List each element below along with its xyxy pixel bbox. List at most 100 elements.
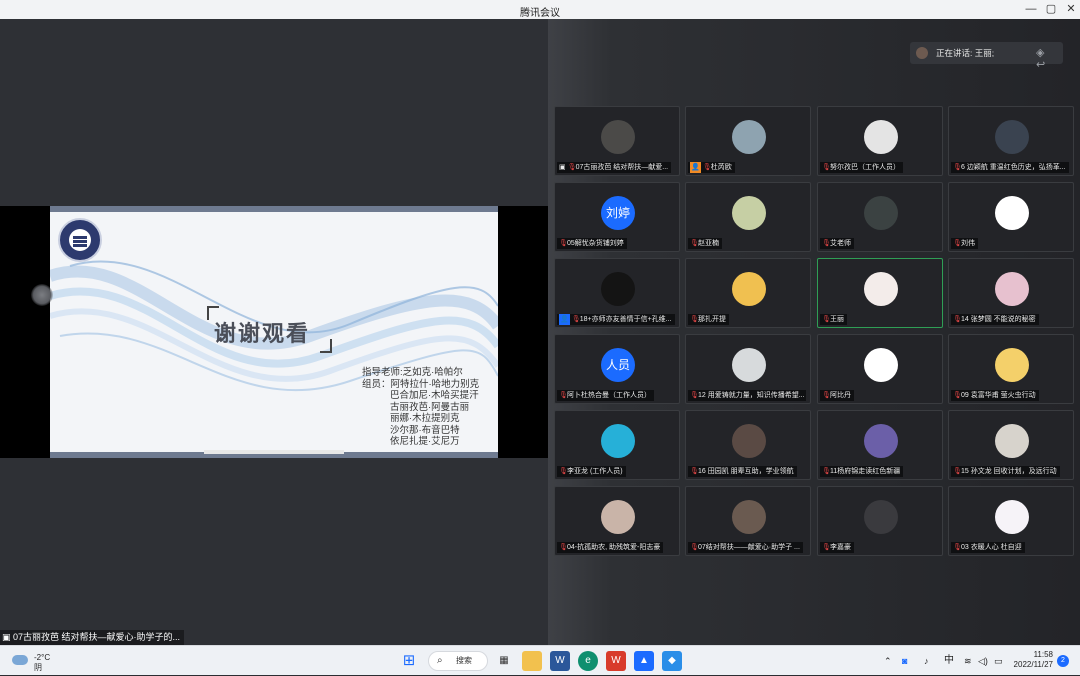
- participant-tile[interactable]: 🎙14 张梦圆 不能说的秘密: [948, 258, 1074, 328]
- screen-share-icon: ▣: [559, 164, 568, 171]
- app-icon[interactable]: ◆: [662, 651, 682, 671]
- start-icon[interactable]: ⊞: [399, 651, 419, 671]
- credit-line: 古丽孜芭·阿曼古丽: [390, 401, 470, 413]
- participant-tile[interactable]: 🎙04-抗孤助农, 助残筑爱-阳志豪: [554, 486, 680, 556]
- avatar: [864, 196, 898, 230]
- credit-line: 丽娜·木拉提别克: [390, 413, 460, 424]
- avatar: [864, 424, 898, 458]
- minimize-button[interactable]: —: [1020, 2, 1042, 17]
- participant-tile[interactable]: 🎙07结对帮扶——献爱心·助学子 ...: [685, 486, 811, 556]
- participant-tile[interactable]: 🎙李亚龙 (工作人员): [554, 410, 680, 480]
- mic-muted-icon: 🎙: [690, 468, 699, 475]
- avatar: [864, 500, 898, 534]
- participant-name-bar: 🎙04-抗孤助农, 助残筑爱-阳志豪: [557, 542, 664, 553]
- participant-name: 03 衣暖人心 杜自迎: [961, 544, 1022, 551]
- mic-muted-icon: 🎙: [690, 240, 699, 247]
- search-box[interactable]: ⌕ 搜索: [428, 651, 488, 671]
- participant-name: 刘伟: [961, 240, 975, 247]
- mic-muted-icon: 🎙: [822, 468, 831, 475]
- participant-tile[interactable]: 🎙12 用爱铸就力量，知识传播希望...: [685, 334, 811, 404]
- participant-tile[interactable]: 刘婷 🎙05解忧杂货铺刘婷: [554, 182, 680, 252]
- participant-tile[interactable]: 人员 🎙阿卜杜热合曼（工作人员）: [554, 334, 680, 404]
- tencent-meeting-icon[interactable]: ▲: [634, 651, 654, 671]
- app-tray-icon[interactable]: ◙: [902, 655, 907, 667]
- mic-muted-icon: 🎙: [953, 544, 962, 551]
- participant-tile[interactable]: 🎙那扎开提: [685, 258, 811, 328]
- participant-name-bar: 👤 🎙18+亦师亦友善情于信+孔维...: [557, 314, 675, 325]
- weather-temp: -2°C: [34, 653, 51, 662]
- participant-name: 11杨府锦走读红色新疆: [830, 468, 901, 475]
- mic-muted-icon: 🎙: [567, 164, 577, 171]
- participant-name: 王丽: [830, 316, 844, 323]
- mic-muted-icon: 🎙: [571, 316, 581, 323]
- speaking-indicator[interactable]: 正在讲话: 王丽; ◈ ↩: [910, 42, 1063, 71]
- participant-tile[interactable]: 🎙王丽: [817, 258, 943, 328]
- participant-name: 赵亚楠: [698, 240, 719, 247]
- speaker-avatar: [916, 47, 928, 59]
- participant-tile[interactable]: 🎙15 孙文龙 回收计划，及远行动: [948, 410, 1074, 480]
- close-button[interactable]: ✕: [1060, 2, 1080, 17]
- mic-muted-icon: 🎙: [953, 164, 962, 171]
- participant-name: 那扎开提: [698, 316, 726, 323]
- participant-name-bar: 👤 🎙杜芮欧: [688, 162, 735, 173]
- person-icon: 👤: [690, 162, 701, 173]
- avatar: 刘婷: [601, 196, 635, 230]
- participant-name-bar: 🎙努尔孜巴（工作人员）: [820, 162, 903, 173]
- participant-name-bar: 🎙阿卜杜热合曼（工作人员）: [557, 390, 654, 401]
- clock[interactable]: 11:58 2022/11/27: [1013, 650, 1053, 670]
- participant-tile[interactable]: 🎙09 袁富华甫 萤火虫行动: [948, 334, 1074, 404]
- slide-title: 谢谢观看: [214, 321, 311, 346]
- participant-tile[interactable]: 👤 🎙18+亦师亦友善情于信+孔维...: [554, 258, 680, 328]
- date: 2022/11/27: [1013, 660, 1053, 669]
- participant-tile[interactable]: 🎙赵亚楠: [685, 182, 811, 252]
- maximize-button[interactable]: ▢: [1040, 2, 1062, 17]
- participant-tile[interactable]: 🎙刘伟: [948, 182, 1074, 252]
- avatar: [864, 348, 898, 382]
- chevron-up-icon[interactable]: ⌃: [884, 655, 892, 667]
- ime-label[interactable]: 中: [944, 655, 954, 667]
- wps-icon[interactable]: W: [606, 651, 626, 671]
- participant-tile[interactable]: 🎙努尔孜巴（工作人员）: [817, 106, 943, 176]
- task-view-icon[interactable]: ▦: [494, 651, 514, 671]
- battery-icon[interactable]: ▭: [994, 655, 1003, 667]
- avatar: [995, 120, 1029, 154]
- speaker-icon[interactable]: ◈ ↩: [1036, 47, 1056, 71]
- participant-name-bar: 🎙王丽: [820, 314, 847, 325]
- participant-tile[interactable]: 🎙艾老师: [817, 182, 943, 252]
- notification-badge[interactable]: 2: [1057, 655, 1069, 667]
- slide-credits: 指导老师:乏如克·哈帕尔 组员：阿特拉什·哈地力别克 巴合加尼·木哈买提汗 古丽…: [362, 367, 479, 448]
- file-explorer-icon[interactable]: [522, 651, 542, 671]
- mic-muted-icon: 🎙: [690, 544, 699, 551]
- avatar: [732, 348, 766, 382]
- wifi-icon[interactable]: ≋: [964, 655, 972, 667]
- microphone-icon[interactable]: ♪: [924, 655, 929, 667]
- participant-name: 09 袁富华甫 萤火虫行动: [961, 392, 1036, 399]
- participant-name-bar: 🎙15 孙文龙 回收计划，及远行动: [951, 466, 1060, 477]
- word-icon[interactable]: W: [550, 651, 570, 671]
- shared-slide-area: 谢谢观看 指导老师:乏如克·哈帕尔 组员：阿特拉什·哈地力别克 巴合加尼·木哈买…: [0, 206, 548, 458]
- avatar: 人员: [601, 348, 635, 382]
- mic-muted-icon: 🎙: [822, 240, 831, 247]
- participant-name: 07古丽孜芭 结对帮扶—献爱...: [575, 164, 669, 171]
- mic-muted-icon: 🎙: [559, 468, 568, 475]
- mic-muted-icon: 🎙: [822, 164, 831, 171]
- volume-icon[interactable]: ◁): [978, 655, 988, 667]
- participant-tile[interactable]: 🎙阿比丹: [817, 334, 943, 404]
- participant-tile[interactable]: 👤 🎙杜芮欧: [685, 106, 811, 176]
- edge-icon[interactable]: e: [578, 651, 598, 671]
- participant-name-bar: 🎙那扎开提: [688, 314, 729, 325]
- mic-muted-icon: 🎙: [822, 316, 831, 323]
- avatar: [995, 348, 1029, 382]
- speaking-label: 正在讲话: 王丽;: [936, 48, 995, 58]
- slide-bottom-tab: [204, 450, 344, 454]
- avatar: [864, 272, 898, 306]
- avatar: [732, 272, 766, 306]
- participant-tile[interactable]: 🎙11杨府锦走读红色新疆: [817, 410, 943, 480]
- participant-tile[interactable]: 🎙6 边颖航 重温红色历史，弘扬革...: [948, 106, 1074, 176]
- participant-tile[interactable]: ▣ 🎙07古丽孜芭 结对帮扶—献爱...: [554, 106, 680, 176]
- participant-name-bar: 🎙14 张梦圆 不能说的秘密: [951, 314, 1039, 325]
- participant-tile[interactable]: 🎙李嘉豪: [817, 486, 943, 556]
- participant-tile[interactable]: 🎙03 衣暖人心 杜自迎: [948, 486, 1074, 556]
- shared-screen-panel: 谢谢观看 指导老师:乏如克·哈帕尔 组员：阿特拉什·哈地力别克 巴合加尼·木哈买…: [0, 19, 548, 646]
- participant-tile[interactable]: 🎙16 田园凯 朋辈互助，学业领航: [685, 410, 811, 480]
